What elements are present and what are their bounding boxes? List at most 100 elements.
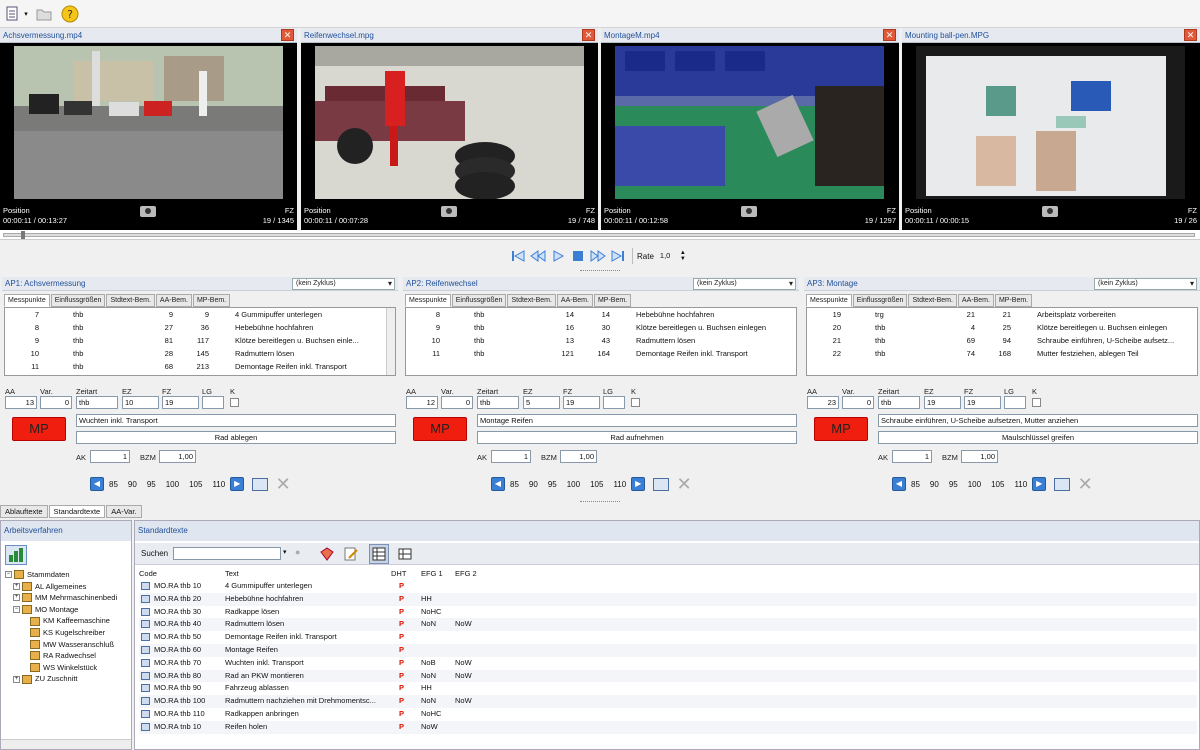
aa-field[interactable]: 13 bbox=[5, 396, 37, 409]
play-icon[interactable] bbox=[550, 248, 566, 264]
camera-icon[interactable] bbox=[140, 206, 156, 217]
tree-node[interactable]: MW Wasseranschluß bbox=[5, 639, 117, 651]
tab-standardtexte[interactable]: Standardtexte bbox=[48, 505, 106, 518]
tab-aa-bem-[interactable]: AA-Bem. bbox=[155, 294, 192, 307]
horizontal-scrollbar[interactable] bbox=[1, 739, 131, 749]
rate-option[interactable]: 90 bbox=[529, 480, 538, 489]
var-field[interactable]: 0 bbox=[40, 396, 72, 409]
open-folder-icon[interactable] bbox=[34, 4, 54, 24]
grid-row[interactable]: 7 thb 9 9 4 Gummipuffer unterlegen bbox=[5, 309, 395, 321]
rate-option[interactable]: 85 bbox=[109, 480, 118, 489]
column-header-efg1[interactable]: EFG 1 bbox=[421, 568, 455, 579]
tab-stdtext-bem-[interactable]: Stdtext-Bem. bbox=[106, 294, 155, 307]
slider-track[interactable] bbox=[3, 233, 1195, 237]
zyklus-select[interactable]: (kein Zyklus) bbox=[292, 278, 395, 290]
dropdown-arrow-icon[interactable]: ▾ bbox=[22, 4, 30, 24]
rate-option[interactable]: 100 bbox=[166, 480, 179, 489]
ak-field[interactable]: 1 bbox=[491, 450, 531, 463]
rate-option[interactable]: 110 bbox=[1014, 480, 1027, 489]
zyklus-select[interactable]: (kein Zyklus) bbox=[693, 278, 796, 290]
clear-icon[interactable]: ● bbox=[295, 547, 300, 557]
list-icon[interactable] bbox=[1054, 477, 1071, 491]
table-row[interactable]: MO.RA thb 100 Radmuttern nachziehen mit … bbox=[139, 695, 1197, 708]
expand-toggle-icon[interactable]: + bbox=[13, 582, 20, 590]
table-row[interactable]: MO.RA thb 110 Radkappen anbringen P NoHC bbox=[139, 708, 1197, 721]
var-field[interactable]: 0 bbox=[441, 396, 473, 409]
splitter-handle[interactable] bbox=[580, 270, 620, 273]
table-row[interactable]: MO.RA thb 20 Hebebühne hochfahren P HH bbox=[139, 592, 1197, 606]
next-rate-icon[interactable]: ▶ bbox=[631, 477, 646, 491]
grid-row[interactable]: 22 thb 74 168 Mutter festziehen, ablegen… bbox=[807, 348, 1197, 360]
delete-icon[interactable]: ✕ bbox=[675, 475, 693, 493]
table-row[interactable]: MO.RA tnb 10 Reifen holen P NoW bbox=[139, 720, 1197, 734]
rate-option[interactable]: 100 bbox=[567, 480, 580, 489]
new-document-icon[interactable] bbox=[3, 4, 23, 24]
k-checkbox[interactable] bbox=[1032, 398, 1041, 407]
text-field-1[interactable]: Schraube einführen, U-Scheibe aufsetzen,… bbox=[878, 414, 1198, 427]
skip-end-icon[interactable] bbox=[610, 248, 626, 264]
edit-icon[interactable] bbox=[343, 546, 360, 562]
lg-field[interactable] bbox=[202, 396, 224, 409]
search-input[interactable] bbox=[173, 547, 281, 560]
grid-row[interactable]: 20 thb 4 25 Klötze bereitlegen u. Buchse… bbox=[807, 322, 1197, 334]
expand-toggle-icon[interactable]: + bbox=[13, 594, 20, 602]
camera-icon[interactable] bbox=[441, 206, 457, 217]
splitter-handle[interactable] bbox=[580, 501, 620, 504]
grid-row[interactable]: 9 thb 81 117 Klötze bereitlegen u. Buchs… bbox=[5, 335, 395, 347]
zeitart-field[interactable]: thb bbox=[878, 396, 920, 409]
video-pane[interactable]: MontageM.mp4 ✕ Position 00:00:11 / 00:12:… bbox=[601, 28, 899, 230]
fz-field[interactable]: 19 bbox=[964, 396, 1001, 409]
previous-rate-icon[interactable]: ◀ bbox=[892, 477, 906, 491]
grid-row[interactable]: 19 trg 21 21 Arbeitsplatz vorbereiten bbox=[807, 309, 1197, 321]
tree-node[interactable]: KS Kugelschreiber bbox=[5, 627, 117, 639]
tree-node[interactable]: − Stammdaten bbox=[5, 569, 117, 581]
table-row[interactable]: MO.RA thb 40 Radmuttern lösen P NoN NoW bbox=[139, 618, 1197, 632]
next-rate-icon[interactable]: ▶ bbox=[1032, 477, 1047, 491]
skip-start-icon[interactable] bbox=[510, 248, 526, 264]
rate-option[interactable]: 95 bbox=[147, 480, 156, 489]
column-header-efg2[interactable]: EFG 2 bbox=[455, 568, 489, 579]
video-frame[interactable] bbox=[916, 46, 1185, 199]
ak-field[interactable]: 1 bbox=[892, 450, 932, 463]
column-header-dht[interactable]: DHT bbox=[391, 568, 421, 579]
tab-stdtext-bem-[interactable]: Stdtext-Bem. bbox=[908, 294, 957, 307]
rate-input[interactable]: 1,0 bbox=[658, 250, 680, 263]
grid-row[interactable]: 11 thb 68 213 Demontage Reifen inkl. Tra… bbox=[5, 361, 395, 373]
table-row[interactable]: MO.RA thb 80 Rad an PKW montieren P NoN … bbox=[139, 669, 1197, 683]
table-row[interactable]: MO.RA thb 30 Radkappe lösen P NoHC bbox=[139, 606, 1197, 619]
chevron-down-icon[interactable]: ▾ bbox=[283, 548, 287, 556]
tab-stdtext-bem-[interactable]: Stdtext-Bem. bbox=[507, 294, 556, 307]
tab-aa-var[interactable]: AA-Var. bbox=[106, 505, 142, 518]
close-icon[interactable]: ✕ bbox=[281, 29, 294, 41]
close-icon[interactable]: ✕ bbox=[883, 29, 896, 41]
tab-ablauftexte[interactable]: Ablauftexte bbox=[0, 505, 48, 518]
tree-node[interactable]: + ZU Zuschnitt bbox=[5, 673, 117, 685]
fz-field[interactable]: 19 bbox=[162, 396, 199, 409]
slider-thumb[interactable] bbox=[21, 231, 25, 239]
tab-mp-bem-[interactable]: MP-Bem. bbox=[593, 294, 632, 307]
tree-node[interactable]: KM Kaffeemaschine bbox=[5, 615, 117, 627]
tab-messpunkte[interactable]: Messpunkte bbox=[4, 294, 50, 307]
rate-option[interactable]: 105 bbox=[991, 480, 1004, 489]
rewind-icon[interactable] bbox=[530, 248, 546, 264]
grid-row[interactable]: 10 thb 13 43 Radmuttern lösen bbox=[406, 335, 796, 347]
video-frame[interactable] bbox=[14, 46, 283, 199]
rate-option[interactable]: 95 bbox=[949, 480, 958, 489]
tab-einflussgr-en[interactable]: Einflussgrößen bbox=[50, 294, 106, 307]
video-pane[interactable]: Reifenwechsel.mpg ✕ Position 00:00:11 / 0… bbox=[301, 28, 598, 230]
fz-field[interactable]: 19 bbox=[563, 396, 600, 409]
ez-field[interactable]: 10 bbox=[122, 396, 159, 409]
timeline-slider[interactable] bbox=[0, 230, 1200, 240]
mp-button[interactable]: MP bbox=[413, 417, 467, 441]
camera-icon[interactable] bbox=[1042, 206, 1058, 217]
rate-option[interactable]: 85 bbox=[911, 480, 920, 489]
expand-toggle-icon[interactable]: + bbox=[13, 675, 20, 683]
grid-row[interactable]: 8 thb 14 14 Hebebühne hochfahren bbox=[406, 309, 796, 321]
tab-mp-bem-[interactable]: MP-Bem. bbox=[994, 294, 1033, 307]
table-row[interactable]: MO.RA thb 70 Wuchten inkl. Transport P N… bbox=[139, 657, 1197, 670]
table-row[interactable]: MO.RA thb 90 Fahrzeug ablassen P HH bbox=[139, 682, 1197, 695]
tab-messpunkte[interactable]: Messpunkte bbox=[806, 294, 852, 307]
delete-icon[interactable]: ✕ bbox=[274, 475, 292, 493]
grid-row[interactable]: 8 thb 27 36 Hebebühne hochfahren bbox=[5, 322, 395, 334]
fast-forward-icon[interactable] bbox=[590, 248, 606, 264]
